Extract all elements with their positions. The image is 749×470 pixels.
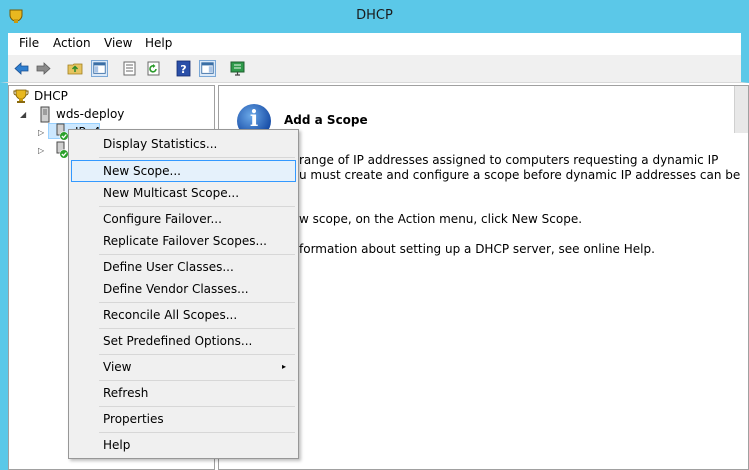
- menu-separator: [99, 302, 295, 303]
- menu-separator: [99, 328, 295, 329]
- menu-separator: [99, 254, 295, 255]
- menu-separator: [99, 380, 295, 381]
- menu-item-display-statistics[interactable]: Display Statistics...: [71, 133, 296, 155]
- context-menu: Display Statistics... New Scope... New M…: [68, 129, 299, 459]
- tree-node-ipv6[interactable]: ▷: [13, 141, 73, 159]
- vertical-scrollbar[interactable]: [734, 86, 748, 133]
- up-folder-icon[interactable]: [67, 60, 84, 77]
- info-text-line-1: range of IP addresses assigned to comput…: [299, 153, 719, 167]
- server-icon: [40, 106, 50, 123]
- menu-separator: [99, 432, 295, 433]
- menu-file[interactable]: File: [19, 36, 39, 50]
- monitor-icon[interactable]: [229, 60, 246, 77]
- properties-icon[interactable]: [121, 60, 138, 77]
- submenu-arrow-icon: ▸: [281, 362, 286, 371]
- forward-arrow-icon[interactable]: [35, 60, 52, 77]
- show-hide-console-tree-icon[interactable]: [91, 60, 108, 77]
- toolbar: ?: [0, 55, 749, 83]
- info-text-line-3: w scope, on the Action menu, click New S…: [299, 212, 583, 226]
- tree-label-server: wds-deploy: [56, 107, 125, 121]
- collapse-arrow-icon[interactable]: ◢: [20, 106, 26, 124]
- menu-item-new-multicast-scope[interactable]: New Multicast Scope...: [71, 182, 296, 204]
- tree-label-dhcp: DHCP: [34, 89, 68, 103]
- menu-item-configure-failover[interactable]: Configure Failover...: [71, 208, 296, 230]
- window-frame-left: [0, 83, 8, 470]
- tree-node-server[interactable]: ◢ wds-deploy: [13, 105, 153, 123]
- svg-text:?: ?: [180, 63, 186, 76]
- menu-separator: [99, 157, 295, 158]
- info-text-line-2: u must create and configure a scope befo…: [299, 168, 741, 182]
- dhcp-trophy-icon: [13, 89, 29, 103]
- menu-separator: [99, 206, 295, 207]
- menu-action[interactable]: Action: [53, 36, 91, 50]
- info-text-line-4: formation about setting up a DHCP server…: [299, 242, 655, 256]
- menu-item-define-vendor-classes[interactable]: Define Vendor Classes...: [71, 278, 296, 300]
- menu-item-view[interactable]: View ▸: [71, 356, 296, 378]
- menu-item-properties[interactable]: Properties: [71, 408, 296, 430]
- add-scope-heading: Add a Scope: [284, 113, 368, 127]
- menu-item-new-scope[interactable]: New Scope...: [71, 160, 296, 182]
- menu-item-replicate-failover-scopes[interactable]: Replicate Failover Scopes...: [71, 230, 296, 252]
- show-hide-action-pane-icon[interactable]: [199, 60, 216, 77]
- menu-item-define-user-classes[interactable]: Define User Classes...: [71, 256, 296, 278]
- menu-separator: [99, 354, 295, 355]
- window-title: DHCP: [356, 8, 393, 23]
- menu-item-set-predefined-options[interactable]: Set Predefined Options...: [71, 330, 296, 352]
- help-icon[interactable]: ?: [175, 60, 192, 77]
- menu-help[interactable]: Help: [145, 36, 172, 50]
- menu-bar: File Action View Help: [0, 33, 749, 55]
- menu-item-view-label: View: [103, 360, 132, 374]
- refresh-icon[interactable]: [145, 60, 162, 77]
- menu-separator: [99, 406, 295, 407]
- expand-arrow-icon[interactable]: ▷: [38, 142, 44, 160]
- menu-item-reconcile-all-scopes[interactable]: Reconcile All Scopes...: [71, 304, 296, 326]
- title-bar: DHCP: [0, 0, 749, 33]
- menu-item-refresh[interactable]: Refresh: [71, 382, 296, 404]
- tree-node-dhcp[interactable]: DHCP: [13, 87, 133, 105]
- expand-arrow-icon[interactable]: ▷: [38, 124, 44, 142]
- menu-item-help[interactable]: Help: [71, 434, 296, 456]
- menu-view[interactable]: View: [104, 36, 132, 50]
- back-arrow-icon[interactable]: [13, 60, 30, 77]
